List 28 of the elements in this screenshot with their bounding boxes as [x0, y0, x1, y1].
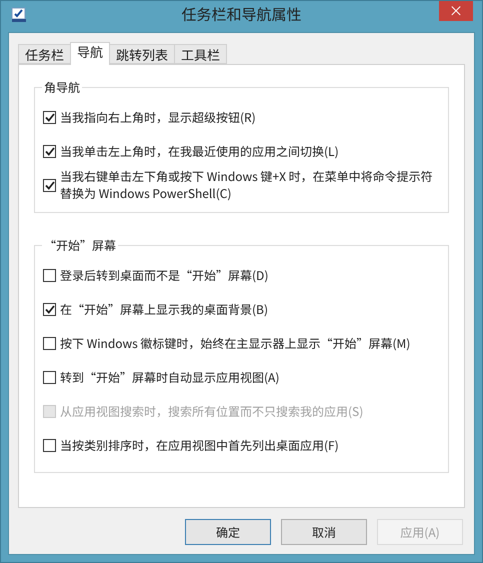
checkbox[interactable] [43, 110, 56, 124]
checkbox-label: 从应用视图搜索时，搜索所有位置而不只搜索我的应用(S) [60, 402, 364, 420]
tab[interactable]: 导航 [70, 42, 110, 65]
checkbox[interactable] [43, 178, 56, 192]
checkbox-label: 登录后转到桌面而不是“开始”屏幕(D) [60, 266, 268, 284]
checkbox[interactable] [43, 336, 56, 350]
checkbox-label: 转到“开始”屏幕时自动显示应用视图(A) [60, 368, 280, 386]
dialog-button[interactable]: 取消 [281, 519, 367, 545]
checkbox[interactable] [43, 302, 56, 316]
checkbox-label: 当按类别排序时，在应用视图中首先列出桌面应用(F) [60, 436, 339, 454]
group-title: 角导航 [43, 79, 82, 96]
checkbox[interactable] [43, 144, 56, 158]
dialog-button[interactable]: 确定 [185, 519, 271, 545]
checkbox-label: 按下 Windows 徽标键时，始终在主显示器上显示“开始”屏幕(M) [60, 334, 410, 352]
tab[interactable]: 工具栏 [174, 44, 228, 64]
app-icon [11, 7, 27, 23]
window-title: 任务栏和导航属性 [181, 3, 302, 27]
checkbox[interactable] [43, 268, 56, 282]
checkbox[interactable] [43, 370, 56, 384]
checkbox[interactable] [43, 438, 56, 452]
checkbox-label: 当我右键单击左下角或按下 Windows 键+X 时，在菜单中将命令提示符替换为 Windows PowerShell(C) [60, 168, 434, 202]
checkbox-label: 当我指向右上角时，显示超级按钮(R) [60, 108, 256, 126]
tab[interactable]: 跳转列表 [109, 44, 176, 64]
tab[interactable]: 任务栏 [18, 44, 72, 64]
checkbox-label: 在“开始”屏幕上显示我的桌面背景(B) [60, 300, 268, 318]
group-title: “开始”屏幕 [43, 237, 118, 254]
checkbox-label: 当我单击左上角时，在我最近使用的应用之间切换(L) [60, 142, 339, 160]
close-button[interactable]: × [439, 1, 473, 21]
